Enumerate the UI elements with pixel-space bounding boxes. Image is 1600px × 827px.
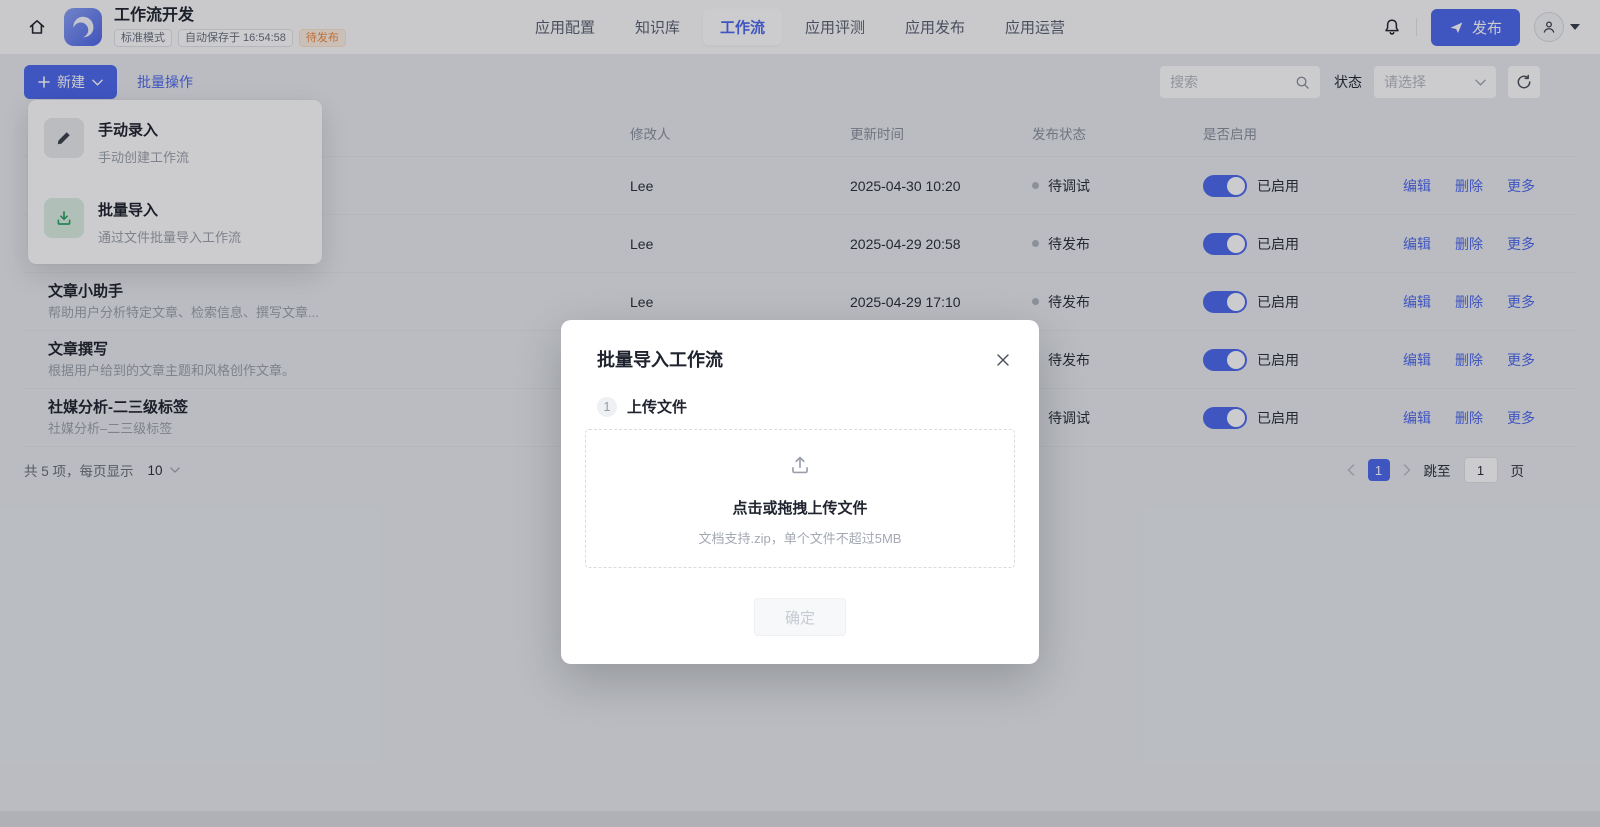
modal-title: 批量导入工作流 <box>585 346 1015 372</box>
upload-dropzone[interactable]: 点击或拖拽上传文件 文档支持.zip，单个文件不超过5MB <box>585 429 1015 568</box>
confirm-button[interactable]: 确定 <box>754 598 846 636</box>
upload-icon <box>789 454 811 476</box>
batch-import-modal: 批量导入工作流 1 上传文件 点击或拖拽上传文件 文档支持.zip，单个文件不超… <box>561 320 1039 664</box>
step-header: 1 上传文件 <box>585 396 1015 417</box>
step-number: 1 <box>597 397 617 417</box>
close-icon <box>996 353 1010 367</box>
dropzone-title: 点击或拖拽上传文件 <box>596 497 1004 518</box>
step-label: 上传文件 <box>627 396 687 417</box>
dropzone-hint: 文档支持.zip，单个文件不超过5MB <box>596 528 1004 547</box>
close-button[interactable] <box>991 348 1015 372</box>
